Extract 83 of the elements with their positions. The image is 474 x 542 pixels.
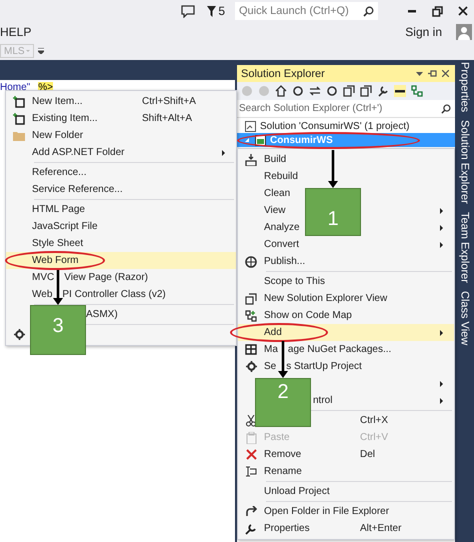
expander-icon[interactable] (245, 138, 249, 142)
globe-icon (245, 256, 257, 268)
sign-in-link[interactable]: Sign in (405, 25, 442, 39)
close-icon[interactable] (458, 6, 468, 16)
sync-icon[interactable] (309, 85, 321, 97)
menu-item[interactable]: Ma age NuGet Packages... (238, 341, 454, 358)
diagram-icon (245, 310, 257, 322)
minimize-icon[interactable] (407, 10, 417, 12)
menu-item[interactable]: Reference... (6, 164, 236, 181)
menu-item[interactable]: HELP (0, 25, 32, 39)
menu-item[interactable]: Properties Alt+Enter (238, 520, 454, 537)
tree-item[interactable]: Solution 'ConsumirWS' (1 project) (237, 119, 455, 133)
rename-icon (245, 466, 257, 477)
notification-count: 5 (218, 4, 225, 18)
wrench-icon (245, 522, 257, 534)
gear-icon (246, 361, 256, 372)
search-icon[interactable] (363, 6, 374, 16)
menu-item[interactable]: Open Folder in File Explorer (238, 503, 454, 520)
shortcut-text: Ctrl+X (360, 415, 390, 426)
quick-launch-field[interactable]: Quick Launch (Ctrl+Q) (235, 2, 378, 20)
menu-item[interactable]: Scope to This (238, 273, 454, 290)
menu-item[interactable]: Web PI Controller Class (v2) (6, 286, 236, 303)
menu-item[interactable]: Show on Code Map (238, 307, 454, 324)
step-number-callout: 3 (30, 305, 86, 355)
annotation-arrow (327, 150, 339, 188)
new-item-icon (13, 96, 25, 108)
menu-item[interactable]: Publish... (238, 253, 454, 270)
menu-item[interactable]: Add (238, 324, 454, 341)
code-token: Home" (0, 82, 30, 93)
menu-item[interactable]: New Item... Ctrl+Shift+A (6, 93, 236, 110)
menu-item[interactable]: Build (238, 151, 454, 168)
feedback-icon[interactable] (181, 4, 196, 18)
dropdown-arrow-icon[interactable] (416, 72, 423, 76)
redo-arrow-icon (245, 506, 257, 517)
menu-item[interactable]: Unload Project (238, 483, 454, 500)
restore-icon[interactable] (432, 6, 443, 16)
project-icon (255, 134, 266, 146)
menu-item[interactable]: Rebuild (238, 168, 454, 185)
gear-icon (14, 329, 24, 340)
menu-item[interactable]: New Solution Explorer View (238, 290, 454, 307)
scissors-icon (246, 414, 256, 426)
annotation-arrow (52, 270, 64, 305)
toolbar-options-icon[interactable] (38, 48, 44, 54)
menu-item[interactable]: Rename (238, 463, 454, 480)
diagram-icon[interactable] (411, 85, 423, 97)
menu-item[interactable]: Service Reference... (6, 181, 236, 198)
search-field[interactable]: Search Solution Explorer (Ctrl+') (237, 100, 455, 118)
panel-title: Solution Explorer (241, 68, 325, 80)
menu-item[interactable]: MVC View Page (Razor) (6, 269, 236, 286)
menu-item[interactable]: JavaScript File (6, 218, 236, 235)
new-item-icon (13, 112, 25, 124)
menu-item[interactable]: Add ASP.NET Folder (6, 144, 236, 161)
menu-item[interactable]: New Folder (6, 127, 236, 144)
side-tab[interactable]: Team Explorer (458, 212, 470, 283)
menu-item[interactable]: Convert (238, 236, 454, 253)
side-tab[interactable]: Class View (458, 290, 470, 346)
menu-item[interactable]: Web Form (6, 252, 236, 269)
pages-icon[interactable] (360, 85, 372, 97)
remove-icon (246, 449, 256, 460)
side-tab[interactable]: Properties (458, 62, 470, 112)
folder-icon (13, 130, 25, 140)
step-number-callout: 1 (305, 188, 361, 236)
solution-icon (245, 120, 256, 132)
grid-icon (245, 344, 257, 355)
close-icon[interactable] (442, 70, 449, 77)
menu-item[interactable]: HTML Page (6, 201, 236, 218)
menu-item[interactable]: Analyze (264, 222, 300, 233)
menu-item[interactable]: View (264, 205, 286, 216)
search-icon[interactable] (441, 104, 451, 114)
menu-item[interactable]: Existing Item... Shift+Alt+A (6, 110, 236, 127)
user-icon[interactable] (456, 24, 472, 40)
step-number-callout: 2 (255, 378, 311, 427)
clipboard-icon (246, 432, 256, 444)
build-icon (245, 154, 257, 166)
filter-icon[interactable] (207, 6, 216, 16)
side-tab[interactable]: Solution Explorer (458, 120, 470, 204)
annotation-arrow (277, 341, 289, 378)
menu-item[interactable]: Remove Del (238, 446, 454, 463)
home-icon[interactable] (275, 85, 287, 97)
menu-item[interactable]: Se s StartUp Project (238, 358, 454, 375)
windows-icon (245, 292, 257, 304)
menu-item[interactable]: Style Sheet (6, 235, 236, 252)
wrench-icon[interactable] (377, 85, 389, 97)
